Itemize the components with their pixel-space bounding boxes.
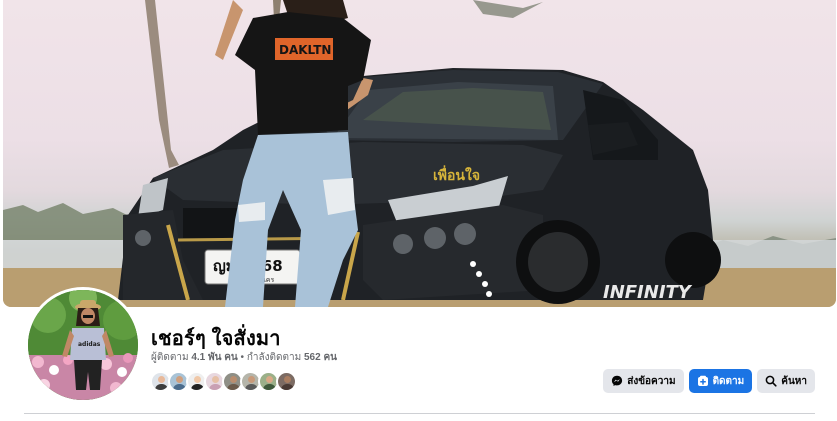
profile-actions: ส่งข้อความ ติดตาม ค้นหา (603, 369, 815, 393)
friend-avatar-head (176, 376, 183, 383)
friend-avatar-body (245, 384, 258, 390)
friend-avatar-head (194, 376, 201, 383)
following-count[interactable]: 562 คน (304, 352, 337, 363)
friend-avatar-body (191, 384, 204, 390)
profile-stats: ผู้ติดตาม 4.1 พัน คน • กำลังติดตาม 562 ค… (151, 350, 337, 365)
friend-avatar-head (212, 376, 219, 383)
friend-avatar-head (248, 376, 255, 383)
avatar-image: adidas (28, 290, 138, 400)
stats-separator: • (240, 352, 245, 363)
friend-avatar-body (173, 384, 186, 390)
hood-decal: เพื่อนใจ (433, 165, 480, 184)
friend-avatar-head (266, 376, 273, 383)
cover-photo[interactable]: เพื่อนใจ ญม 6368 นคร INFINITY (3, 0, 836, 307)
search-button-label: ค้นหา (781, 375, 807, 387)
search-icon (765, 375, 777, 387)
message-button[interactable]: ส่งข้อความ (603, 369, 684, 393)
friend-avatar-body (281, 384, 294, 390)
avatar: adidas (28, 290, 138, 400)
friend-avatar-head (284, 376, 291, 383)
friend-avatar[interactable] (276, 371, 297, 392)
side-decal: INFINITY (603, 282, 693, 303)
friend-avatar-body (227, 384, 240, 390)
shirt-print: DAKLTN (279, 43, 331, 57)
followers-count[interactable]: 4.1 พัน คน (191, 352, 237, 363)
following-label: กำลังติดตาม (246, 352, 302, 363)
friends-avatar-stack (150, 371, 297, 393)
profile-divider (24, 413, 815, 414)
cover-image: เพื่อนใจ ญม 6368 นคร INFINITY (3, 0, 836, 307)
profile-picture[interactable]: adidas (25, 287, 141, 403)
messenger-icon (612, 375, 623, 386)
follow-button-label: ติดตาม (712, 375, 745, 387)
friend-avatar-head (230, 376, 237, 383)
avatar-shirt-brand: adidas (78, 341, 101, 348)
friend-avatar-body (209, 384, 222, 390)
follow-icon (697, 375, 708, 386)
follow-button[interactable]: ติดตาม (688, 369, 753, 393)
friend-avatar-body (263, 384, 276, 390)
followers-label: ผู้ติดตาม (151, 352, 189, 363)
friend-avatar-head (158, 376, 165, 383)
search-button[interactable]: ค้นหา (757, 369, 815, 393)
message-button-label: ส่งข้อความ (627, 375, 676, 387)
friend-avatar-body (155, 384, 168, 390)
